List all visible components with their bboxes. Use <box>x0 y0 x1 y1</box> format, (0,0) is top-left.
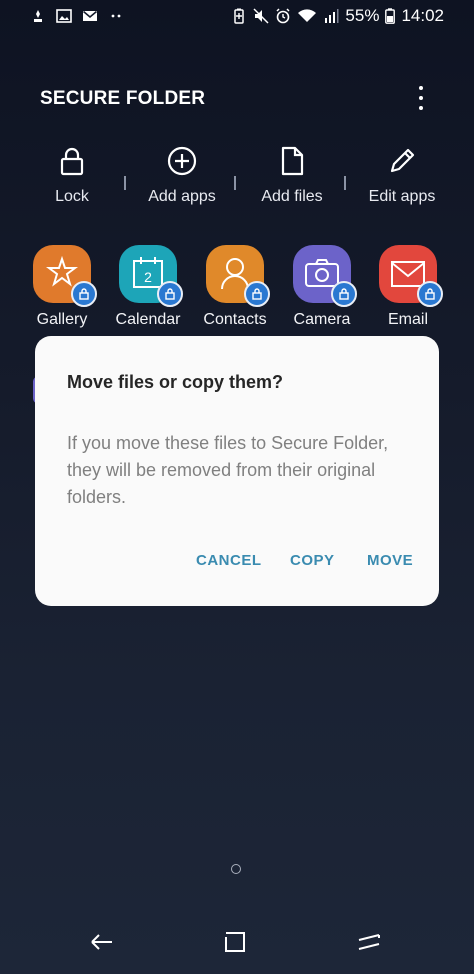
clock: 14:02 <box>401 6 444 25</box>
more-options-icon[interactable] <box>412 84 430 112</box>
divider <box>124 176 126 190</box>
file-icon <box>281 146 304 176</box>
app-label: Camera <box>293 311 351 328</box>
alarm-icon <box>276 8 290 24</box>
secure-badge-icon <box>157 281 183 307</box>
page-title: SECURE FOLDER <box>40 88 206 109</box>
wifi-icon <box>298 9 317 22</box>
camera-icon <box>293 245 357 307</box>
move-copy-dialog: Move files or copy them? If you move the… <box>35 336 439 606</box>
app-label: Email <box>387 311 428 328</box>
app-label: Contacts <box>203 311 267 328</box>
secure-badge-icon <box>244 281 270 307</box>
secure-badge-icon <box>331 281 357 307</box>
lock-label: Lock <box>55 188 89 205</box>
secure-badge-icon <box>417 281 443 307</box>
page-indicator <box>231 864 241 874</box>
lock-button[interactable]: Lock <box>17 144 127 206</box>
secure-badge-icon <box>71 281 97 307</box>
move-button[interactable]: MOVE <box>367 552 413 569</box>
gallery-icon <box>33 245 97 307</box>
battery-icon <box>385 8 396 24</box>
image-icon <box>56 9 72 23</box>
pencil-icon <box>390 148 415 173</box>
app-gallery[interactable]: Gallery <box>16 245 108 329</box>
status-bar: 55% 14:02 <box>0 0 474 34</box>
edit-apps-button[interactable]: Edit apps <box>347 144 457 206</box>
mute-icon <box>253 8 269 24</box>
add-circle-icon <box>167 146 197 176</box>
dialog-title: Move files or copy them? <box>67 372 284 392</box>
divider <box>344 176 346 190</box>
add-files-button[interactable]: Add files <box>237 144 347 206</box>
battery-percent: 55% <box>345 6 380 25</box>
battery-saver-icon <box>234 8 245 24</box>
gmail-icon <box>82 10 98 21</box>
add-files-label: Add files <box>261 188 323 205</box>
edit-apps-label: Edit apps <box>368 188 436 205</box>
more-dots-icon <box>111 14 121 18</box>
app-camera[interactable]: Camera <box>276 245 368 329</box>
dialog-message: If you move these files to Secure Folder… <box>67 433 389 507</box>
app-calendar[interactable]: 2 Calendar <box>102 245 194 329</box>
signal-icon <box>325 9 339 23</box>
status-right-icons: 55% 14:02 <box>231 6 444 26</box>
contacts-icon <box>206 245 270 307</box>
copy-button[interactable]: COPY <box>290 552 335 569</box>
divider <box>234 176 236 190</box>
app-label: Gallery <box>36 311 88 328</box>
svg-text:2: 2 <box>144 269 152 285</box>
cancel-button[interactable]: CANCEL <box>196 552 262 569</box>
recents-icon[interactable] <box>221 928 249 956</box>
calendar-icon: 2 <box>119 245 183 307</box>
home-icon[interactable] <box>355 928 383 956</box>
app-email[interactable]: Email <box>362 245 454 329</box>
back-icon[interactable] <box>88 928 116 956</box>
app-label: Calendar <box>115 311 181 328</box>
add-apps-label: Add apps <box>148 188 216 205</box>
add-apps-button[interactable]: Add apps <box>127 144 237 206</box>
status-left-icons <box>30 8 124 24</box>
bixby-icon <box>34 10 42 22</box>
email-icon <box>379 245 443 307</box>
app-contacts[interactable]: Contacts <box>189 245 281 329</box>
lock-icon <box>60 147 84 176</box>
